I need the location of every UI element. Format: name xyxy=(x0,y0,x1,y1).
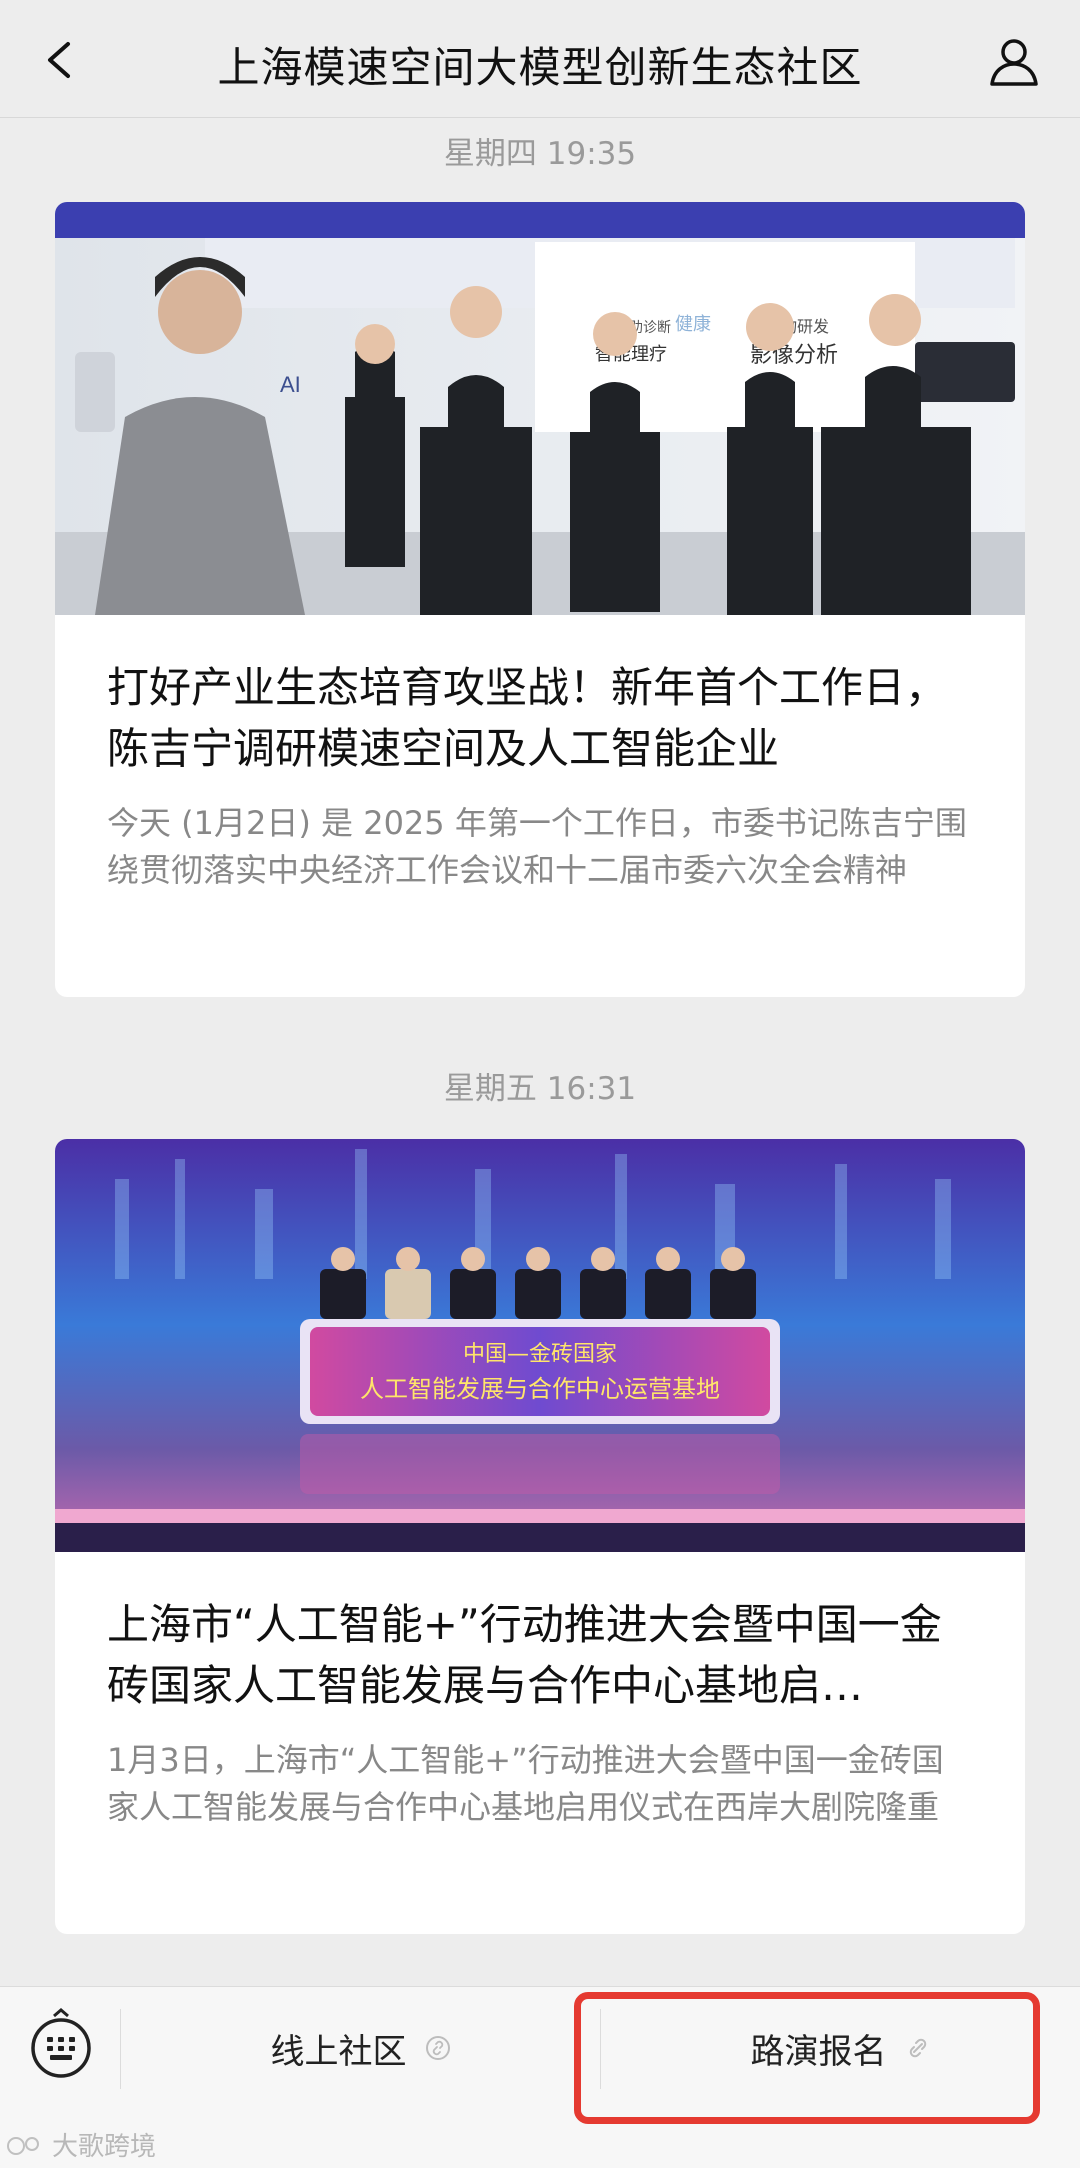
image-ai-text: AI xyxy=(280,372,301,397)
message-timestamp: 星期五 16:31 xyxy=(443,1071,637,1107)
keyboard-icon xyxy=(31,2008,91,2078)
menu-online-community[interactable]: 线上社区 xyxy=(121,2007,600,2089)
image-text: 人工智能发展与合作中心运营基地 xyxy=(360,1375,720,1403)
link-icon xyxy=(425,2036,450,2060)
page-title: 上海模速空间大模型创新生态社区 xyxy=(217,43,863,92)
article-title: 打好产业生态培育攻坚战！新年首个工作日，陈吉宁调研模速空间及人工智能企业 xyxy=(107,663,948,773)
image-text: 健康 xyxy=(675,314,711,335)
message-timestamp: 星期四 19:35 xyxy=(443,136,637,172)
person-icon xyxy=(990,39,1038,86)
watermark: 大歌跨境 xyxy=(6,2126,156,2163)
profile-button[interactable] xyxy=(984,32,1044,92)
article-summary: 1月3日，上海市“人工智能+”行动推进大会暨中国一金砖国家人工智能发展与合作中心… xyxy=(107,1741,944,1826)
article-card[interactable]: 中国—金砖国家 人工智能发展与合作中心运营基地 上海市“人工智能+”行动推进大会… xyxy=(55,1139,1025,1934)
article-card[interactable]: AI 辅助诊断 健康 药物研发 智能理疗 影像分析 打好产业生态培育攻坚战！新年… xyxy=(55,202,1025,997)
article-cover-image: 中国—金砖国家 人工智能发展与合作中心运营基地 xyxy=(55,1139,1025,1552)
article-title: 上海市“人工智能+”行动推进大会暨中国一金砖国家人工智能发展与合作中心基地启… xyxy=(107,1600,942,1710)
watermark-logo-icon xyxy=(7,2136,39,2155)
watermark-text: 大歌跨境 xyxy=(52,2132,157,2162)
image-text: 中国—金砖国家 xyxy=(463,1342,617,1367)
top-nav-bar: 上海模速空间大模型创新生态社区 xyxy=(0,0,1080,118)
keyboard-toggle-button[interactable] xyxy=(20,2007,102,2089)
highlight-annotation-box xyxy=(574,1992,1040,2124)
article-cover-image: AI 辅助诊断 健康 药物研发 智能理疗 影像分析 xyxy=(55,202,1025,615)
article-summary: 今天 (1月2日) 是 2025 年第一个工作日，市委书记陈吉宁围绕贯彻落实中央… xyxy=(107,804,967,889)
menu-item-label: 线上社区 xyxy=(270,2031,407,2072)
back-button[interactable] xyxy=(30,30,90,90)
back-chevron-icon xyxy=(48,42,70,78)
